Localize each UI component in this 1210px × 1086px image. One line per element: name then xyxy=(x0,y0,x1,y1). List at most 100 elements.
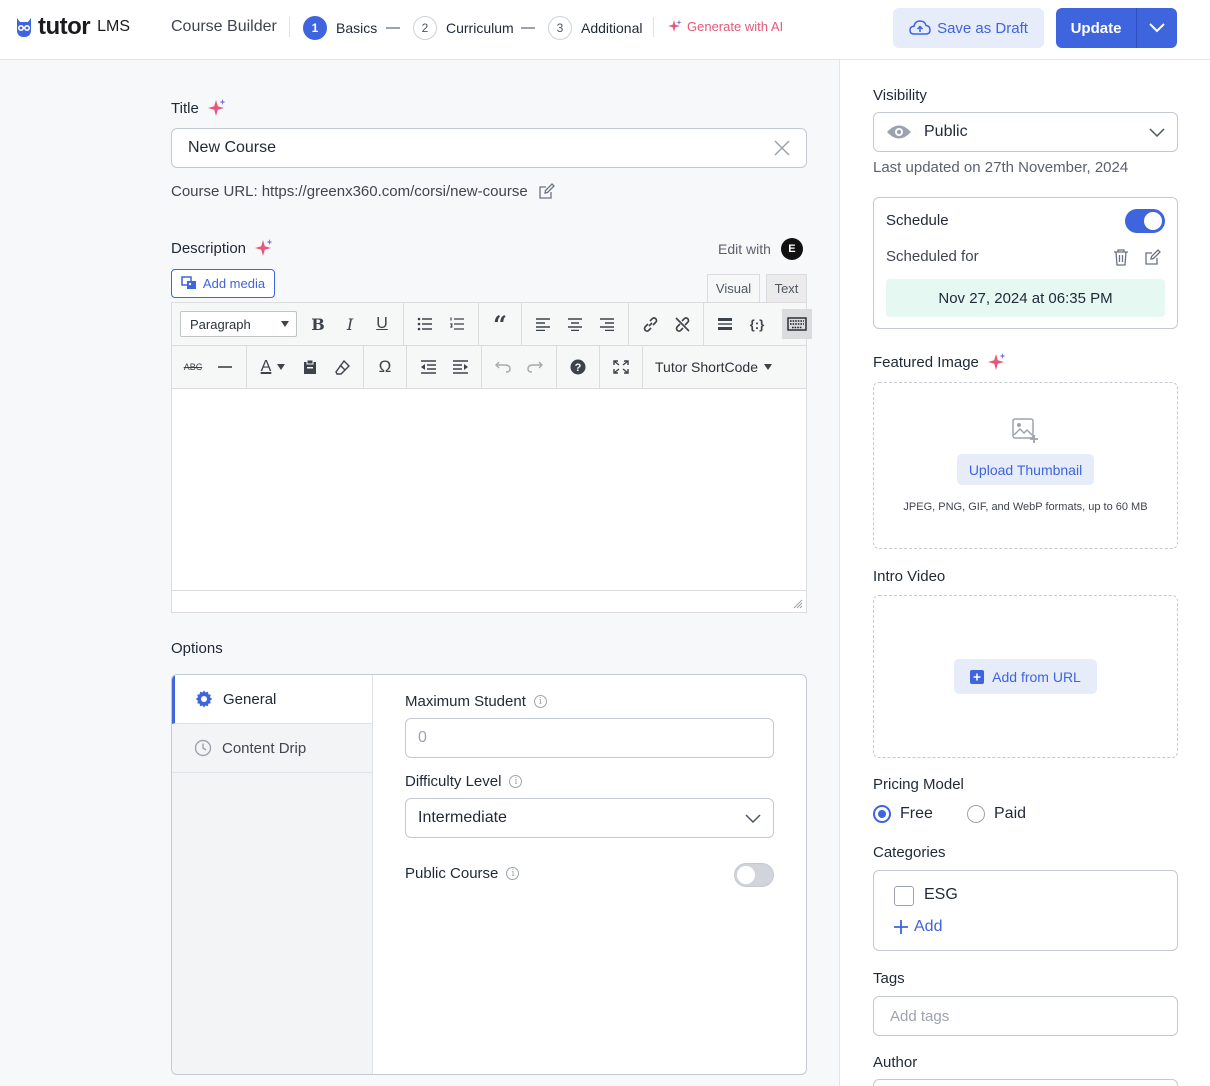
plus-square-icon xyxy=(970,669,985,684)
ai-sparkle-icon[interactable] xyxy=(987,352,1007,372)
plus-icon xyxy=(894,920,908,934)
schedule-toggle[interactable] xyxy=(1125,209,1165,233)
top-header: tutor LMS Course Builder 1 Basics 2 Curr… xyxy=(0,0,1210,60)
clear-close-icon[interactable] xyxy=(774,140,790,156)
numbered-list-icon[interactable] xyxy=(442,309,472,339)
logo-text: tutor xyxy=(38,13,91,40)
add-from-url-button[interactable]: Add from URL xyxy=(954,659,1097,694)
update-options-chevron-icon[interactable] xyxy=(1137,23,1177,33)
paragraph-format-select[interactable]: Paragraph xyxy=(180,311,297,337)
read-more-icon[interactable] xyxy=(710,309,740,339)
generate-with-ai-button[interactable]: Generate with AI xyxy=(668,19,783,34)
blockquote-icon[interactable]: “ xyxy=(485,309,515,339)
course-url-link[interactable]: https://greenx360.com/corsi/new-course xyxy=(262,183,528,200)
editor-statusbar xyxy=(172,590,806,612)
indent-icon[interactable] xyxy=(445,352,475,382)
tab-general[interactable]: General xyxy=(172,675,372,724)
align-right-icon[interactable] xyxy=(592,309,622,339)
public-course-toggle[interactable] xyxy=(734,863,774,887)
bullet-list-icon[interactable] xyxy=(410,309,440,339)
tab-content-drip-label: Content Drip xyxy=(222,739,307,757)
pricing-paid-radio[interactable]: Paid xyxy=(967,805,1026,823)
underline-icon[interactable]: U xyxy=(367,309,397,339)
title-label: Title xyxy=(171,98,227,118)
categories-box: ESG Add xyxy=(873,870,1178,951)
outdent-icon[interactable] xyxy=(413,352,443,382)
text-color-icon[interactable]: A xyxy=(253,352,293,382)
title-input[interactable]: New Course xyxy=(171,128,807,168)
step-basics[interactable]: 1 Basics xyxy=(303,16,377,40)
paste-text-icon[interactable] xyxy=(295,352,325,382)
author-select[interactable] xyxy=(873,1079,1178,1086)
title-label-text: Title xyxy=(171,99,199,117)
shortcode-braces-icon[interactable]: {:} xyxy=(742,309,772,339)
add-category-button[interactable]: Add xyxy=(894,918,942,936)
title-value: New Course xyxy=(188,139,277,156)
description-editor: Paragraph B I U “ {:} ABC A Ω ? Tutor Sh… xyxy=(171,302,812,613)
fullscreen-icon[interactable] xyxy=(606,352,636,382)
edit-pencil-icon[interactable] xyxy=(538,183,555,200)
italic-icon[interactable]: I xyxy=(335,309,365,339)
toolbar-toggle-keyboard-icon[interactable] xyxy=(782,309,812,339)
horizontal-line-icon[interactable] xyxy=(210,352,240,382)
save-draft-label: Save as Draft xyxy=(937,19,1028,37)
editor-content-area[interactable] xyxy=(172,389,806,589)
strikethrough-icon[interactable]: ABC xyxy=(178,352,208,382)
image-add-icon xyxy=(1011,418,1038,443)
tutor-shortcode-dropdown[interactable]: Tutor ShortCode xyxy=(643,359,784,375)
insert-link-icon[interactable] xyxy=(635,309,665,339)
max-student-input[interactable]: 0 xyxy=(405,718,774,758)
step-curriculum[interactable]: 2 Curriculum xyxy=(413,16,514,40)
add-media-label: Add media xyxy=(202,276,266,291)
difficulty-select[interactable]: Intermediate xyxy=(405,798,774,838)
resize-handle-icon[interactable] xyxy=(793,599,803,609)
info-icon[interactable]: i xyxy=(506,867,520,880)
visibility-select[interactable]: Public xyxy=(873,112,1178,152)
add-from-url-label: Add from URL xyxy=(992,668,1081,685)
tab-content-drip[interactable]: Content Drip xyxy=(172,724,372,773)
special-character-omega-icon[interactable]: Ω xyxy=(370,352,400,382)
tab-text[interactable]: Text xyxy=(766,274,807,302)
step-number: 1 xyxy=(303,16,327,40)
help-question-icon[interactable]: ? xyxy=(563,352,593,382)
step-number: 3 xyxy=(548,16,572,40)
visibility-value: Public xyxy=(924,123,968,140)
generate-ai-label: Generate with AI xyxy=(687,19,784,34)
step-number: 2 xyxy=(413,16,437,40)
difficulty-label: Difficulty Level i xyxy=(405,773,523,790)
edit-with-elementor[interactable]: Edit with E xyxy=(718,238,803,260)
upload-thumbnail-button[interactable]: Upload Thumbnail xyxy=(957,454,1094,485)
chevron-down-icon xyxy=(1149,127,1165,137)
update-button[interactable]: Update xyxy=(1056,8,1177,48)
redo-icon[interactable] xyxy=(520,352,550,382)
tab-general-label: General xyxy=(223,690,277,708)
options-panel: General Content Drip Maximum Student i 0… xyxy=(171,674,807,1075)
ai-sparkle-icon[interactable] xyxy=(254,238,274,258)
edit-pencil-icon[interactable] xyxy=(1144,249,1161,266)
bold-icon[interactable]: B xyxy=(303,309,333,339)
public-course-label-text: Public Course xyxy=(405,865,499,882)
trash-icon[interactable] xyxy=(1113,249,1129,266)
tags-input[interactable]: Add tags xyxy=(873,996,1178,1036)
tab-visual[interactable]: Visual xyxy=(707,274,760,302)
remove-link-icon[interactable] xyxy=(667,309,697,339)
featured-image-dropzone[interactable]: Upload Thumbnail JPEG, PNG, GIF, and Web… xyxy=(873,382,1178,549)
category-checkbox[interactable] xyxy=(894,886,914,906)
ai-sparkle-icon[interactable] xyxy=(207,98,227,118)
save-as-draft-button[interactable]: Save as Draft xyxy=(893,8,1044,48)
pricing-free-radio[interactable]: Free xyxy=(873,805,933,823)
align-center-icon[interactable] xyxy=(560,309,590,339)
clear-formatting-eraser-icon[interactable] xyxy=(327,352,357,382)
owl-logo-icon xyxy=(17,18,31,37)
info-icon[interactable]: i xyxy=(533,695,547,708)
undo-icon[interactable] xyxy=(488,352,518,382)
step-additional[interactable]: 3 Additional xyxy=(548,16,643,40)
radio-button xyxy=(967,805,985,823)
tutor-lms-logo[interactable]: tutor LMS xyxy=(14,13,130,41)
add-media-button[interactable]: Add media xyxy=(171,269,275,298)
caret-down-icon xyxy=(281,321,289,327)
intro-video-label: Intro Video xyxy=(873,568,946,585)
info-icon[interactable]: i xyxy=(509,775,523,788)
align-left-icon[interactable] xyxy=(528,309,558,339)
pricing-paid-label: Paid xyxy=(994,805,1027,822)
